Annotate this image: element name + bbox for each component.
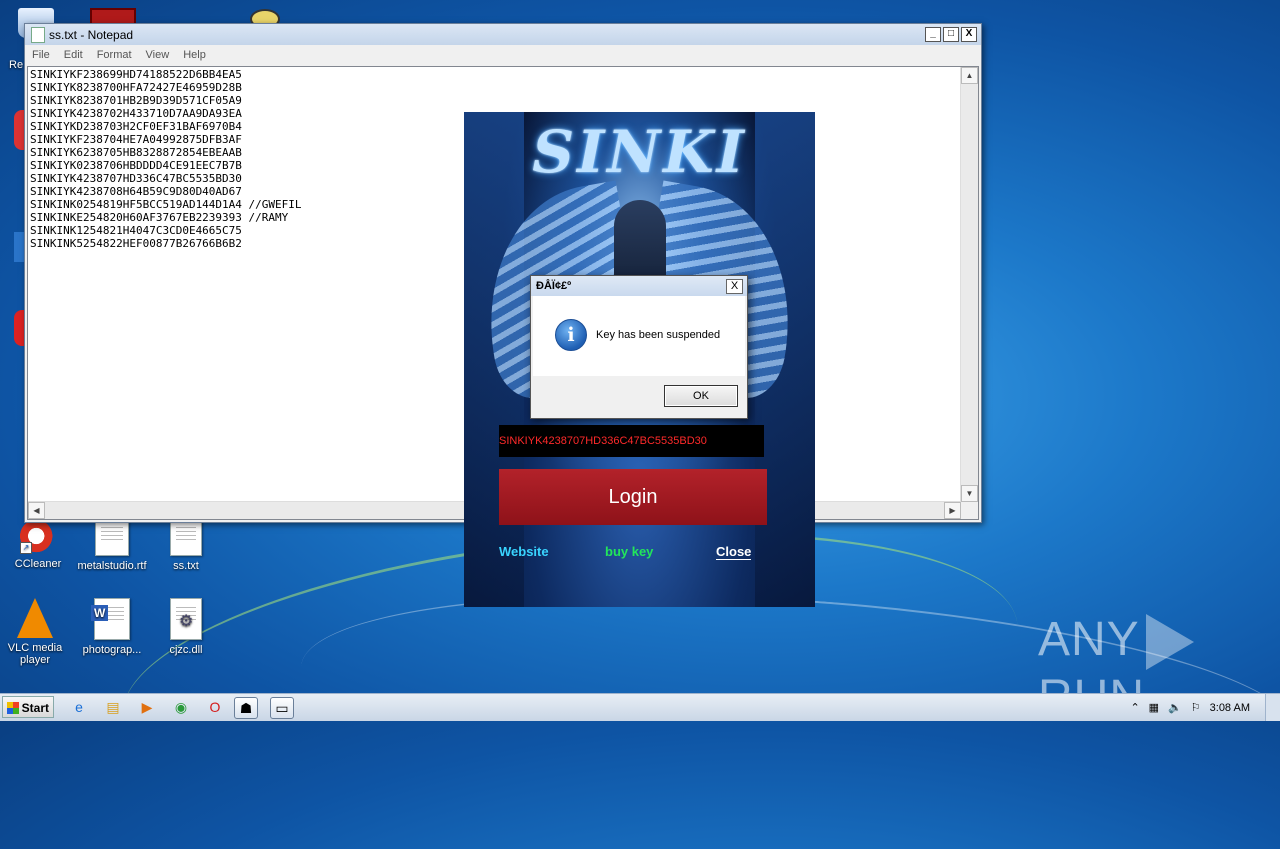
notepad-titlebar[interactable]: ss.txt - Notepad: [25, 24, 981, 45]
window-title: ss.txt - Notepad: [49, 27, 134, 42]
scroll-up-icon[interactable]: ▲: [961, 67, 978, 84]
login-button[interactable]: Login: [499, 469, 767, 525]
close-link[interactable]: Close: [716, 544, 752, 560]
notepad-icon: [31, 26, 45, 43]
desktop-icon-photograph[interactable]: W photograp...: [77, 598, 147, 656]
information-icon: i: [555, 319, 587, 351]
menu-bar: File Edit Format View Help: [25, 45, 981, 64]
watermark-text: ANY: [1038, 613, 1140, 666]
dialog-message: Key has been suspended: [596, 329, 721, 341]
vertical-scrollbar[interactable]: ▲ ▼: [960, 67, 978, 502]
resize-grip-icon[interactable]: [961, 502, 978, 519]
minimize-button[interactable]: _: [925, 27, 941, 42]
ok-button[interactable]: OK: [664, 385, 738, 407]
menu-edit[interactable]: Edit: [64, 49, 83, 61]
txt-file-icon: [170, 518, 202, 556]
play-icon: [1145, 614, 1194, 671]
action-center-flag-icon[interactable]: ⚐: [1191, 701, 1201, 714]
dialog-close-button[interactable]: X: [726, 279, 743, 294]
buy-key-link[interactable]: buy key: [605, 544, 653, 559]
desktop-icon-label: VLC media player: [7, 642, 63, 666]
desktop-icon-label: cjzc.dll: [169, 644, 203, 656]
network-icon[interactable]: ▦: [1149, 701, 1159, 714]
key-input[interactable]: SINKIYK4238707HD336C47BC5535BD30: [499, 425, 764, 457]
dialog-title[interactable]: ÐÅÏ¢£º: [531, 276, 747, 296]
desktop-icon-label: CCleaner: [14, 558, 62, 570]
desktop-icon-label: photograp...: [82, 644, 142, 656]
vlc-icon: [17, 598, 53, 638]
opera-icon[interactable]: O: [204, 697, 226, 717]
start-button[interactable]: Start: [2, 696, 54, 718]
menu-format[interactable]: Format: [97, 49, 132, 61]
scroll-left-icon[interactable]: ◀: [28, 502, 45, 519]
desktop-icon-ccleaner[interactable]: ↗ CCleaner: [3, 518, 73, 570]
clock[interactable]: 3:08 AM: [1210, 702, 1250, 714]
scroll-down-icon[interactable]: ▼: [961, 485, 978, 502]
desktop-icon-label: ss.txt: [173, 560, 199, 572]
menu-view[interactable]: View: [146, 49, 170, 61]
media-player-icon[interactable]: ▶: [136, 697, 158, 717]
desktop-icon-cjzc-dll[interactable]: ⚙ cjzc.dll: [151, 598, 221, 656]
tray-expand-icon[interactable]: ⌃: [1130, 701, 1139, 714]
scroll-right-icon[interactable]: ▶: [944, 502, 961, 519]
taskbar: Start e ▤ ▶ ◉ O ☗ ▭ ⌃ ▦ 🔈 ⚐ 3:08 AM: [0, 693, 1280, 721]
rtf-file-icon: [95, 518, 129, 556]
menu-help[interactable]: Help: [183, 49, 206, 61]
shortcut-icon[interactable]: [14, 232, 24, 262]
dialog-body: i Key has been suspended: [533, 296, 745, 376]
show-desktop-button[interactable]: [1265, 694, 1280, 721]
desktop-icon-vlc[interactable]: VLC media player: [0, 598, 70, 666]
system-tray: ⌃ ▦ 🔈 ⚐ 3:08 AM: [1130, 694, 1280, 721]
chrome-icon[interactable]: ◉: [170, 697, 192, 717]
volume-icon[interactable]: 🔈: [1168, 701, 1182, 714]
start-label: Start: [21, 701, 49, 715]
ccleaner-icon: ↗: [20, 518, 56, 554]
notepad-taskbar-icon[interactable]: ▭: [270, 697, 294, 719]
maximize-button[interactable]: □: [943, 27, 959, 42]
message-dialog: ÐÅÏ¢£º X i Key has been suspended OK: [530, 275, 748, 419]
word-doc-icon: W: [91, 598, 130, 640]
menu-file[interactable]: File: [32, 49, 50, 61]
windows-logo-icon: [7, 702, 19, 714]
website-link[interactable]: Website: [499, 544, 549, 559]
desktop-icon-ss-txt[interactable]: ss.txt: [151, 518, 221, 572]
recycle-bin-label: Re: [9, 59, 24, 71]
file-content[interactable]: SINKIYKF238699HD74188522D6BB4EA5 SINKIYK…: [30, 68, 302, 250]
sinki-logo: SINKI: [532, 118, 747, 186]
desktop-icon-metalstudio[interactable]: metalstudio.rtf: [77, 518, 147, 572]
close-button[interactable]: X: [961, 27, 977, 42]
dll-gear-icon: ⚙: [170, 598, 202, 640]
sinki-taskbar-icon[interactable]: ☗: [234, 697, 258, 719]
desktop-icon-label: metalstudio.rtf: [77, 560, 147, 572]
internet-explorer-icon[interactable]: e: [68, 697, 90, 717]
file-explorer-icon[interactable]: ▤: [102, 697, 124, 717]
